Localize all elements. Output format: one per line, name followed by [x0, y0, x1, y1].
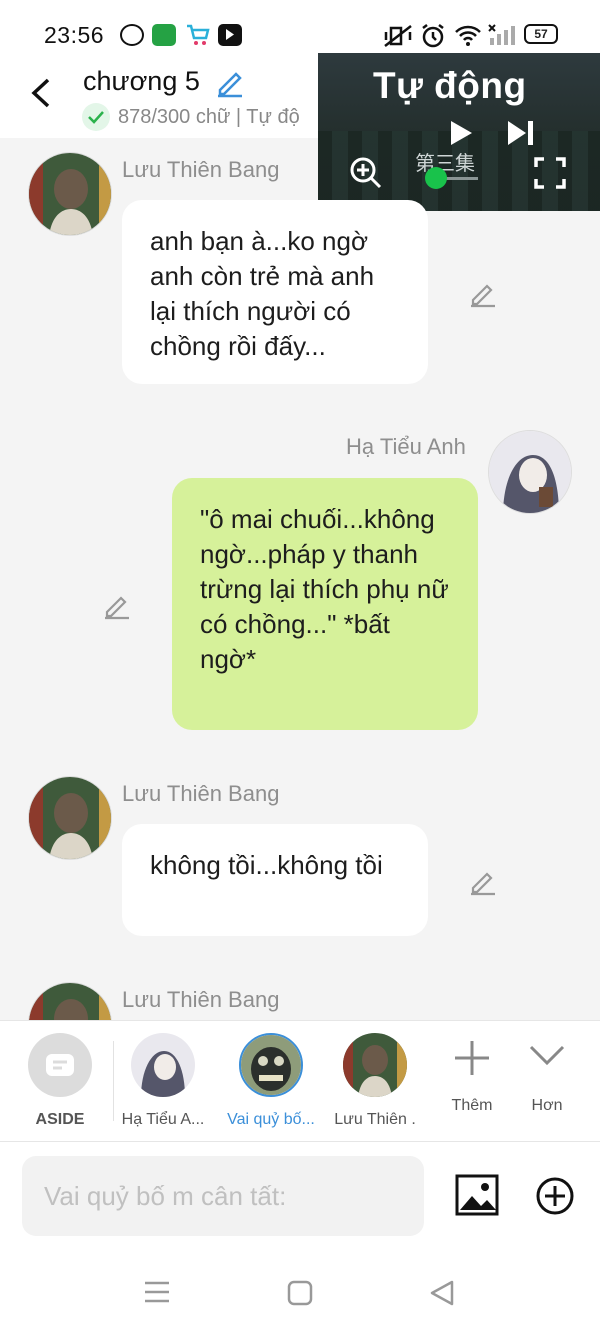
avatar-ha-tieu-anh[interactable]: [488, 430, 572, 514]
character-aside[interactable]: ASIDE: [15, 1033, 105, 1129]
zoom-in-icon[interactable]: [348, 155, 384, 191]
check-icon: [82, 103, 110, 131]
alarm-icon: [422, 24, 444, 48]
character-label: Hơn: [531, 1097, 563, 1114]
character-luu-thien-bang[interactable]: Lưu Thiên .: [330, 1033, 420, 1129]
chevron-down-icon: [529, 1045, 565, 1066]
video-title: Tự động: [373, 65, 527, 106]
home-icon[interactable]: [287, 1280, 313, 1306]
back-nav-icon[interactable]: [428, 1279, 456, 1307]
message-bubble[interactable]: anh bạn à...ko ngờ anh còn trẻ mà anh lạ…: [122, 200, 428, 384]
speaker-name: Lưu Thiên Bang: [122, 987, 280, 1012]
character-avatar: [131, 1033, 195, 1097]
mute-vibrate-icon: [384, 25, 412, 47]
system-navigation-bar: [0, 1252, 600, 1333]
status-time: 23:56: [44, 22, 105, 48]
chapter-title: chương 5: [83, 66, 200, 96]
character-label: ASIDE: [35, 1111, 85, 1128]
aside-icon: [28, 1033, 92, 1097]
skip-next-icon[interactable]: [506, 119, 536, 147]
edit-message-icon[interactable]: [102, 590, 132, 620]
character-label: Vai quỷ bố...: [227, 1111, 315, 1128]
fullscreen-icon[interactable]: [534, 157, 566, 189]
video-app-icon: [218, 24, 242, 46]
add-circle-icon[interactable]: [535, 1176, 575, 1216]
character-avatar: [343, 1033, 407, 1097]
cart-icon: [186, 24, 210, 46]
edit-title-icon[interactable]: [214, 66, 246, 98]
character-selector: ASIDE Hạ Tiểu A... Vai quỷ bố... Lưu Thi…: [0, 1020, 600, 1142]
avatar-luu-thien-bang[interactable]: [28, 152, 112, 236]
word-count-text: 878/300 chữ | Tự độ: [118, 105, 300, 128]
character-label: Lưu Thiên .: [334, 1111, 416, 1128]
speaker-name: Lưu Thiên Bang: [122, 781, 280, 806]
message-input[interactable]: [22, 1156, 424, 1236]
battery-indicator: 57: [524, 24, 558, 44]
avatar-luu-thien-bang[interactable]: [28, 776, 112, 860]
wifi-icon: [455, 25, 481, 46]
play-icon[interactable]: [448, 119, 474, 147]
messenger-icon: [120, 24, 144, 46]
speaker-name: Hạ Tiểu Anh: [346, 434, 466, 459]
edit-message-icon[interactable]: [468, 866, 498, 896]
store-icon: [152, 24, 176, 46]
speaker-name: Lưu Thiên Bang: [122, 157, 280, 182]
signal-icon: [488, 24, 515, 45]
divider: [113, 1041, 114, 1121]
composer: [0, 1142, 600, 1252]
image-icon[interactable]: [455, 1174, 499, 1216]
character-avatar: [239, 1033, 303, 1097]
message-bubble[interactable]: "ô mai chuối...không ngờ...pháp y thanh …: [172, 478, 478, 730]
menu-icon[interactable]: [143, 1280, 171, 1304]
back-icon[interactable]: [26, 76, 56, 110]
plus-icon: [455, 1041, 489, 1075]
character-vai-quy-bo[interactable]: Vai quỷ bố...: [226, 1033, 316, 1129]
character-ha-tieu-anh[interactable]: Hạ Tiểu A...: [118, 1033, 208, 1129]
more-characters-button[interactable]: Hơn: [502, 1033, 592, 1115]
edit-message-icon[interactable]: [468, 278, 498, 308]
floating-video-player[interactable]: Tự động 第三集: [318, 53, 600, 211]
message-bubble[interactable]: không tồi...không tồi: [122, 824, 428, 936]
video-progress-handle[interactable]: [425, 167, 447, 189]
character-label: Hạ Tiểu A...: [121, 1111, 205, 1128]
word-count: 878/300 chữ | Tự độ: [82, 102, 300, 132]
